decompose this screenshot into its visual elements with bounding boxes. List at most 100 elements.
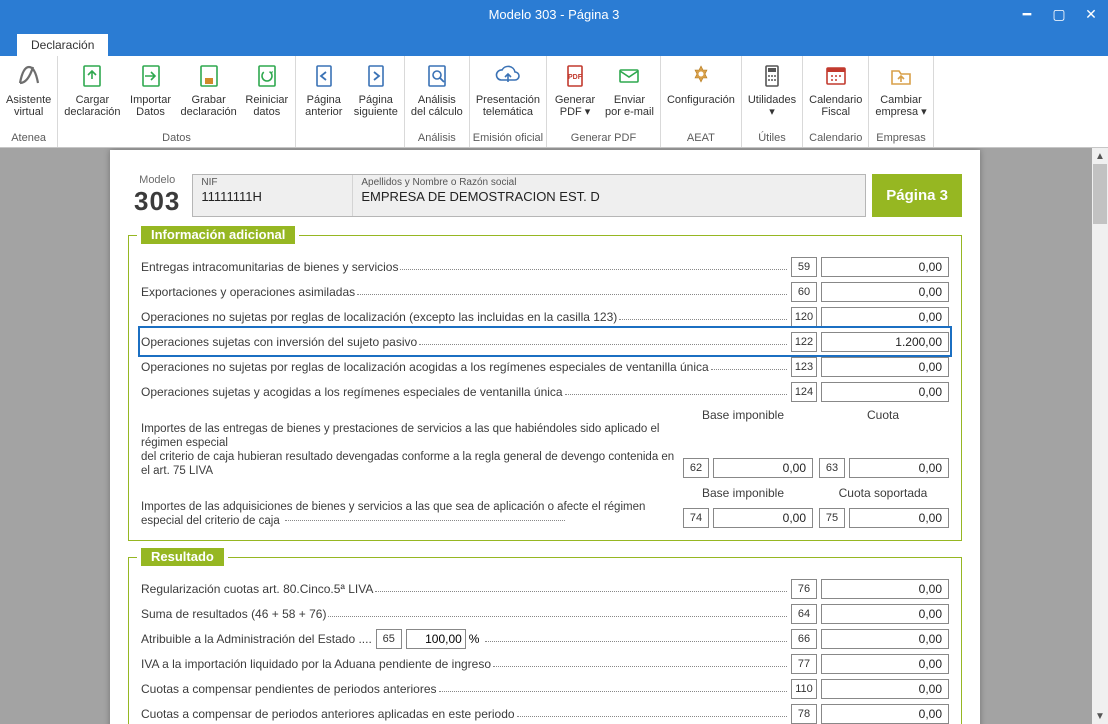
identity-fields: NIF 11111111H Apellidos y Nombre o Razón… bbox=[192, 174, 866, 217]
ribbon-group-label: Generar PDF bbox=[549, 131, 658, 147]
modelo-label: Modelo bbox=[134, 174, 180, 186]
ribbon-group-utiles: Utilidades▾ Útiles bbox=[742, 56, 803, 147]
box-number: 75 bbox=[819, 508, 845, 528]
content-area: Modelo 303 NIF 11111111H Apellidos y Nom… bbox=[0, 148, 1108, 724]
pagina-anterior-button[interactable]: Páginaanterior bbox=[298, 58, 350, 120]
leader-dots bbox=[517, 707, 787, 717]
nif-value[interactable]: 11111111H bbox=[201, 189, 344, 204]
tab-declaracion[interactable]: Declaración bbox=[16, 33, 109, 56]
leader-dots bbox=[439, 682, 787, 692]
section-title: Información adicional bbox=[141, 226, 295, 244]
box-value[interactable]: 0,00 bbox=[821, 629, 949, 649]
row-desc: IVA a la importación liquidado por la Ad… bbox=[141, 657, 491, 671]
section-title: Resultado bbox=[141, 548, 224, 566]
scroll-down-icon[interactable]: ▼ bbox=[1092, 708, 1108, 724]
ribbon-group-datos: Cargardeclaración ImportarDatos Grabarde… bbox=[58, 56, 296, 147]
modelo-box: Modelo 303 bbox=[128, 174, 186, 217]
section-resultado: Resultado Regularización cuotas art. 80.… bbox=[128, 557, 962, 724]
form-row: Operaciones no sujetas por reglas de loc… bbox=[141, 354, 949, 379]
document-save-icon bbox=[193, 60, 225, 92]
row-desc: Cuotas a compensar de periodos anteriore… bbox=[141, 707, 515, 721]
maximize-button[interactable]: ▢ bbox=[1046, 4, 1072, 24]
row-desc: Operaciones sujetas con inversión del su… bbox=[141, 335, 417, 349]
leader-dots bbox=[619, 310, 787, 320]
box-value[interactable]: 0,00 bbox=[713, 458, 813, 478]
box-number: 63 bbox=[819, 458, 845, 478]
vertical-scrollbar[interactable]: ▲ ▼ bbox=[1092, 148, 1108, 724]
box-value[interactable]: 0,00 bbox=[821, 704, 949, 724]
page-next-icon bbox=[360, 60, 392, 92]
box-number: 65 bbox=[376, 629, 402, 649]
tab-strip: Declaración bbox=[0, 28, 1108, 56]
box-number: 62 bbox=[683, 458, 709, 478]
ribbon-group-generar-pdf: PDF GenerarPDF ▾ Enviarpor e-mail Genera… bbox=[547, 56, 661, 147]
generar-pdf-button[interactable]: PDF GenerarPDF ▾ bbox=[549, 58, 601, 120]
dual2-desc-line1: Importes de las adquisiciones de bienes … bbox=[141, 501, 645, 513]
ribbon-group-label: AEAT bbox=[663, 131, 739, 147]
cargar-declaracion-button[interactable]: Cargardeclaración bbox=[60, 58, 124, 120]
calendario-fiscal-button[interactable]: CalendarioFiscal bbox=[805, 58, 866, 120]
enviar-email-button[interactable]: Enviarpor e-mail bbox=[601, 58, 658, 120]
box-value[interactable]: 0,00 bbox=[849, 508, 949, 528]
box-value[interactable]: 0,00 bbox=[821, 604, 949, 624]
col-header-base: Base imponible bbox=[677, 408, 809, 422]
pct-value[interactable]: 100,00 bbox=[406, 629, 466, 649]
box-value[interactable]: 0,00 bbox=[821, 654, 949, 674]
nif-label: NIF bbox=[201, 177, 344, 188]
box-number: 74 bbox=[683, 508, 709, 528]
close-button[interactable]: ✕ bbox=[1078, 4, 1104, 24]
box-value[interactable]: 0,00 bbox=[821, 357, 949, 377]
col-header-cuota: Cuota bbox=[817, 408, 949, 422]
ribbon-group-label: Emisión oficial bbox=[472, 131, 544, 147]
ribbon-group-label bbox=[298, 143, 402, 147]
leader-dots bbox=[328, 607, 787, 617]
form-row: Operaciones no sujetas por reglas de loc… bbox=[141, 304, 949, 329]
calendar-icon bbox=[820, 60, 852, 92]
box-value[interactable]: 0,00 bbox=[821, 257, 949, 277]
gear-icon bbox=[685, 60, 717, 92]
ribbon-group-nav: Páginaanterior Páginasiguiente bbox=[296, 56, 405, 147]
box-value[interactable]: 1.200,00 bbox=[821, 332, 949, 352]
ribbon-group-label: Calendario bbox=[805, 131, 866, 147]
presentacion-telematica-button[interactable]: Presentacióntelemática bbox=[472, 58, 544, 120]
leader-dots bbox=[400, 260, 787, 270]
dual2-desc-line2: especial del criterio de caja bbox=[141, 515, 280, 527]
minimize-button[interactable]: ━ bbox=[1014, 4, 1040, 24]
ribbon-group-emision: Presentacióntelemática Emisión oficial bbox=[470, 56, 547, 147]
mail-send-icon bbox=[613, 60, 645, 92]
scroll-up-icon[interactable]: ▲ bbox=[1092, 148, 1108, 164]
box-value[interactable]: 0,00 bbox=[821, 679, 949, 699]
box-value[interactable]: 0,00 bbox=[821, 382, 949, 402]
leader-dots bbox=[485, 632, 787, 642]
box-value[interactable]: 0,00 bbox=[713, 508, 813, 528]
box-value[interactable]: 0,00 bbox=[849, 458, 949, 478]
configuracion-button[interactable]: Configuración bbox=[663, 58, 739, 108]
analisis-calculo-button[interactable]: Análisisdel cálculo bbox=[407, 58, 467, 120]
grabar-declaracion-button[interactable]: Grabardeclaración bbox=[177, 58, 241, 120]
box-number: 78 bbox=[791, 704, 817, 724]
reiniciar-datos-button[interactable]: Reiniciardatos bbox=[241, 58, 293, 120]
utilidades-button[interactable]: Utilidades▾ bbox=[744, 58, 800, 120]
ribbon-group-analisis: Análisisdel cálculo Análisis bbox=[405, 56, 470, 147]
leader-dots bbox=[565, 385, 787, 395]
form-header: Modelo 303 NIF 11111111H Apellidos y Nom… bbox=[128, 174, 962, 217]
document-load-icon bbox=[76, 60, 108, 92]
asistente-virtual-button[interactable]: Asistentevirtual bbox=[2, 58, 55, 120]
section-informacion-adicional: Información adicional Entregas intracomu… bbox=[128, 235, 962, 541]
name-value[interactable]: EMPRESA DE DEMOSTRACION EST. D bbox=[361, 189, 857, 204]
ribbon-group-aeat: Configuración AEAT bbox=[661, 56, 742, 147]
col-header-base: Base imponible bbox=[677, 486, 809, 500]
ribbon-group-label: Datos bbox=[60, 131, 293, 147]
scroll-thumb[interactable] bbox=[1093, 164, 1107, 224]
form-row: Cuotas a compensar pendientes de periodo… bbox=[141, 676, 949, 701]
row-desc: Exportaciones y operaciones asimiladas bbox=[141, 285, 355, 299]
box-value[interactable]: 0,00 bbox=[821, 282, 949, 302]
leader-dots bbox=[375, 582, 787, 592]
box-value[interactable]: 0,00 bbox=[821, 307, 949, 327]
window-controls: ━ ▢ ✕ bbox=[1014, 4, 1104, 24]
row-desc: Operaciones sujetas y acogidas a los reg… bbox=[141, 385, 563, 399]
pagina-siguiente-button[interactable]: Páginasiguiente bbox=[350, 58, 402, 120]
box-value[interactable]: 0,00 bbox=[821, 579, 949, 599]
cambiar-empresa-button[interactable]: Cambiarempresa ▾ bbox=[871, 58, 930, 120]
importar-datos-button[interactable]: ImportarDatos bbox=[125, 58, 177, 120]
